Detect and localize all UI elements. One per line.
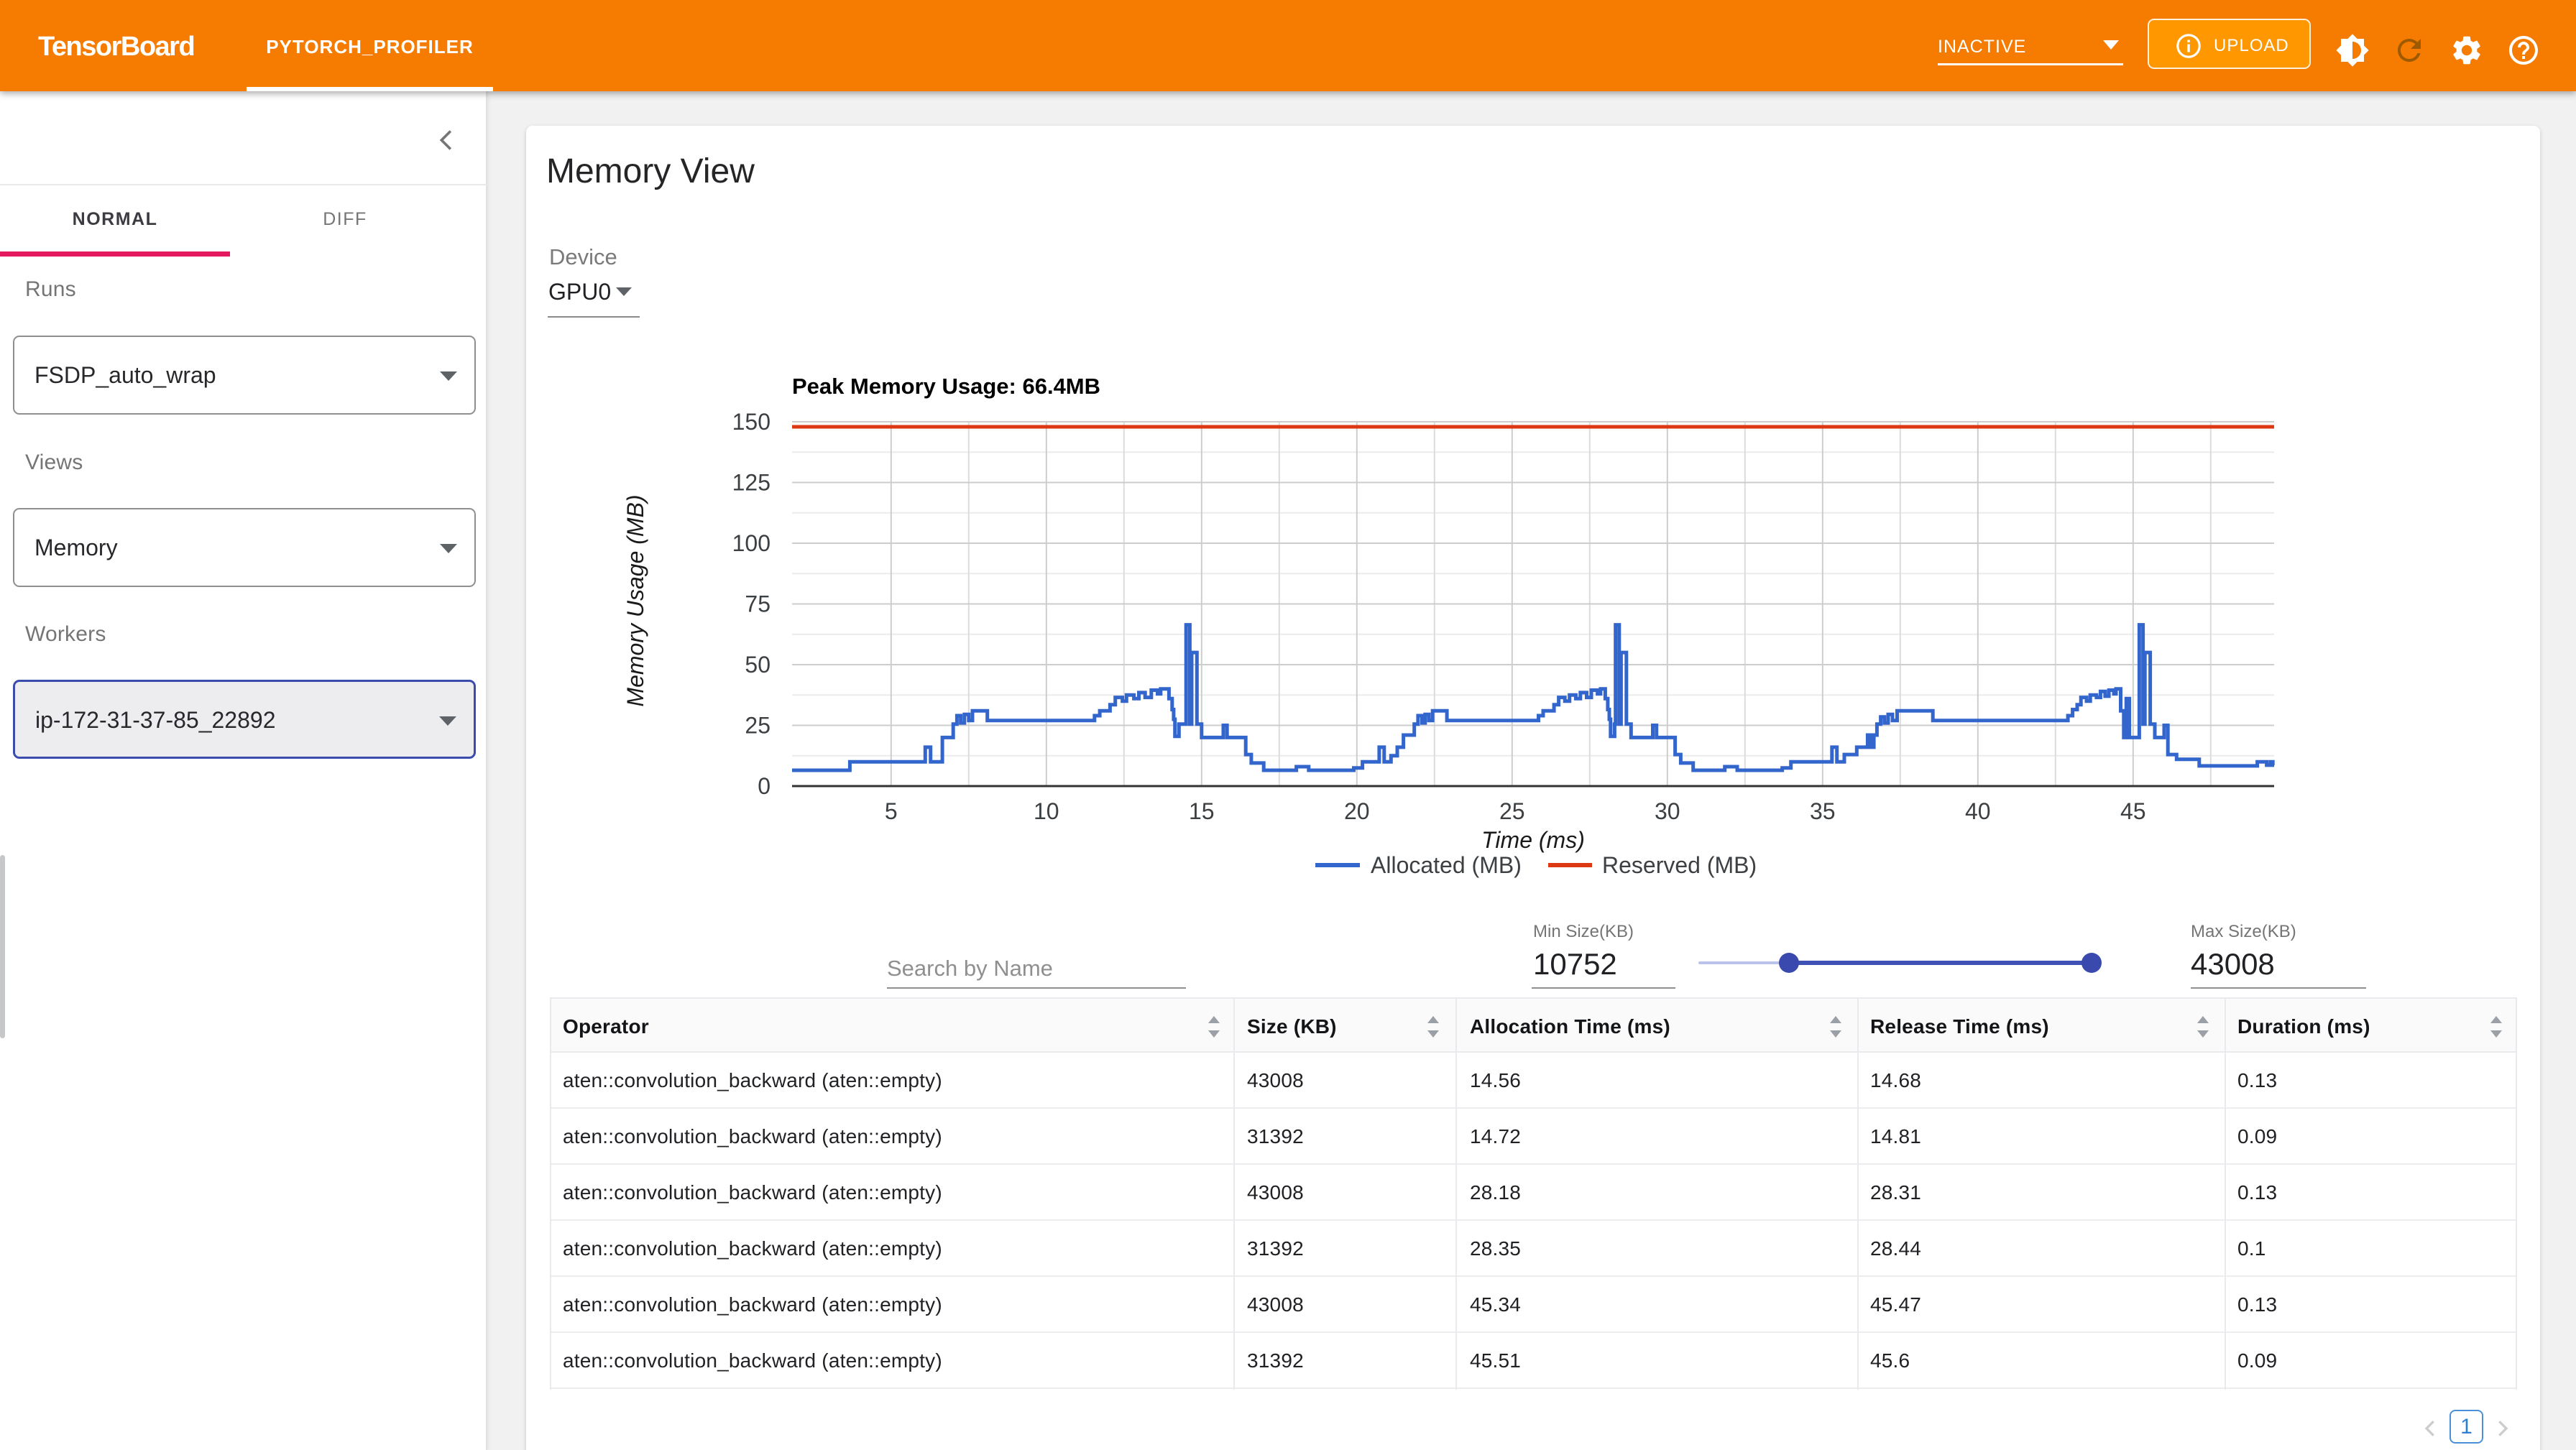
svg-text:Allocated (MB): Allocated (MB) (1371, 852, 1522, 878)
svg-text:45: 45 (2120, 798, 2146, 824)
svg-text:Time (ms): Time (ms) (1481, 827, 1585, 853)
svg-text:Memory Usage (MB): Memory Usage (MB) (622, 494, 648, 706)
svg-text:25: 25 (1499, 798, 1525, 824)
svg-text:10: 10 (1034, 798, 1059, 824)
svg-text:125: 125 (732, 470, 770, 496)
svg-text:15: 15 (1189, 798, 1215, 824)
svg-text:100: 100 (732, 530, 770, 556)
svg-text:35: 35 (1810, 798, 1836, 824)
svg-text:50: 50 (745, 652, 770, 678)
svg-text:0: 0 (758, 773, 770, 799)
svg-text:Peak Memory Usage: 66.4MB: Peak Memory Usage: 66.4MB (792, 374, 1100, 399)
svg-text:150: 150 (732, 409, 770, 435)
svg-text:5: 5 (885, 798, 898, 824)
svg-text:Reserved (MB): Reserved (MB) (1602, 852, 1757, 878)
svg-text:30: 30 (1655, 798, 1680, 824)
svg-text:40: 40 (1965, 798, 1991, 824)
svg-text:20: 20 (1344, 798, 1370, 824)
svg-text:75: 75 (745, 591, 770, 617)
svg-text:25: 25 (745, 713, 770, 739)
